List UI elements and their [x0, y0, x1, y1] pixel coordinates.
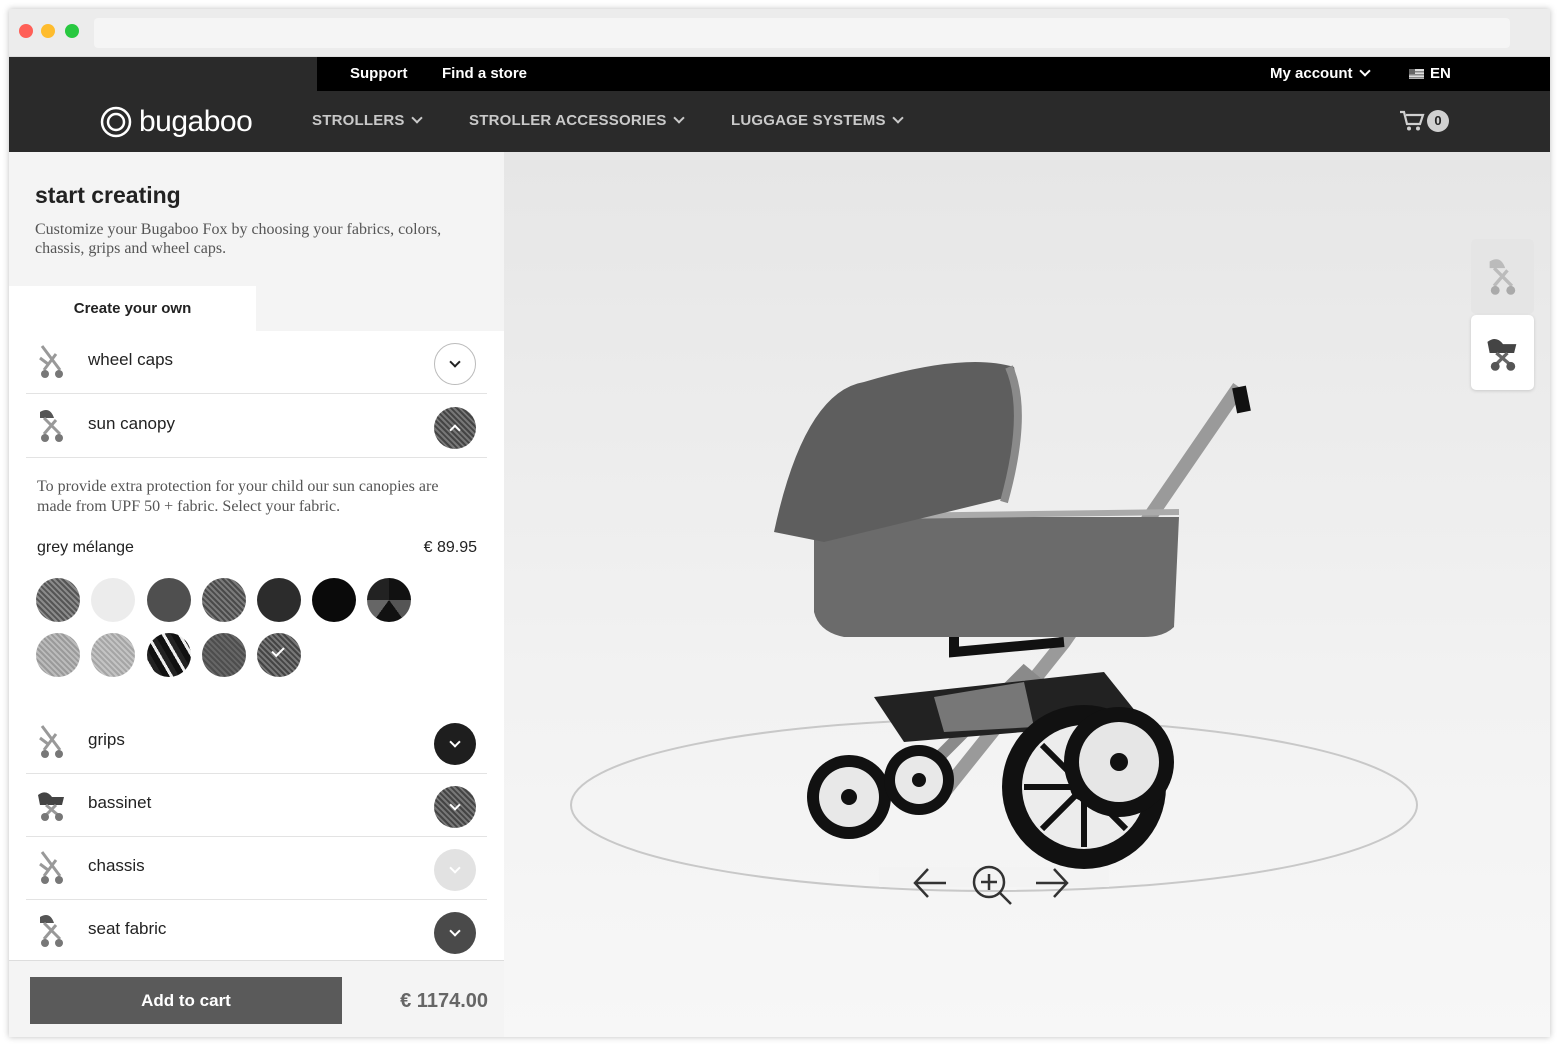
fabric-swatch[interactable]	[202, 633, 246, 677]
logo-mark-icon	[100, 106, 132, 138]
flag-icon	[1409, 68, 1424, 79]
configurator-panel: start creating Customize your Bugaboo Fo…	[9, 152, 504, 1037]
fabric-swatch[interactable]	[147, 578, 191, 622]
canopy-description: To provide extra protection for your chi…	[37, 478, 439, 515]
maximize-window-icon[interactable]	[65, 24, 79, 38]
stroller-canopy-icon	[40, 410, 63, 442]
main-navigation: bugaboo STROLLERS STROLLER ACCESSORIES L…	[9, 91, 1550, 152]
language-label: EN	[1430, 65, 1451, 82]
stroller-bassinet-icon	[38, 792, 64, 821]
fabric-swatch[interactable]	[36, 578, 80, 622]
collapse-button[interactable]	[434, 407, 476, 449]
checkmark-icon	[271, 643, 285, 658]
option-label: grips	[88, 730, 125, 749]
option-label: chassis	[88, 856, 145, 875]
support-link[interactable]: Support	[350, 65, 408, 82]
product-viewer[interactable]	[504, 152, 1550, 1037]
option-row-grips[interactable]: grips	[26, 711, 487, 774]
utility-bar: Support Find a store My account EN	[9, 57, 1550, 91]
option-row-wheel-caps[interactable]: wheel caps	[26, 331, 487, 394]
cart-count-badge: 0	[1427, 110, 1449, 132]
language-selector[interactable]: EN	[1409, 65, 1451, 82]
browser-window: Support Find a store My account EN bugab…	[9, 9, 1550, 1037]
nav-stroller-accessories[interactable]: STROLLER ACCESSORIES	[469, 112, 685, 129]
expand-button[interactable]	[434, 912, 476, 954]
chevron-down-icon	[1358, 65, 1371, 77]
option-row-bassinet[interactable]: bassinet	[26, 774, 487, 837]
rotate-right-arrow-icon[interactable]	[1033, 864, 1071, 902]
selected-fabric-name: grey mélange	[37, 539, 134, 556]
chevron-down-icon	[449, 736, 461, 748]
zoom-in-icon[interactable]	[971, 864, 1013, 906]
nav-strollers-label: STROLLERS	[312, 112, 405, 129]
page-subtitle: Customize your Bugaboo Fox by choosing y…	[35, 221, 442, 257]
stroller-icon	[39, 345, 63, 378]
cart-footer: Add to cart € 1174.00	[9, 960, 504, 1037]
expand-button[interactable]	[434, 849, 476, 891]
expand-button[interactable]	[434, 786, 476, 828]
option-row-chassis[interactable]: chassis	[26, 837, 487, 900]
fabric-swatch[interactable]	[91, 578, 135, 622]
tab-create-your-own[interactable]: Create your own	[9, 286, 256, 331]
logo-text: bugaboo	[139, 105, 253, 138]
fabric-swatch[interactable]	[36, 633, 80, 677]
expand-button[interactable]	[434, 723, 476, 765]
options-list: wheel caps sun canopy To provide extra p…	[9, 331, 504, 963]
expand-button[interactable]	[434, 343, 476, 385]
fabric-swatch[interactable]	[202, 578, 246, 622]
nav-accessories-label: STROLLER ACCESSORIES	[469, 112, 667, 129]
nav-strollers[interactable]: STROLLERS	[312, 112, 423, 129]
chevron-down-icon	[449, 925, 461, 937]
nav-luggage-systems[interactable]: LUGGAGE SYSTEMS	[731, 112, 904, 129]
view-stroller-seat[interactable]	[1471, 239, 1534, 314]
selected-fabric-price: € 89.95	[423, 539, 477, 556]
stroller-seat-icon	[1489, 258, 1515, 295]
fabric-swatch[interactable]	[147, 633, 191, 677]
fabric-swatch-selected[interactable]	[257, 633, 301, 677]
option-label: seat fabric	[88, 919, 167, 938]
chevron-up-icon	[449, 424, 461, 436]
cart-icon	[1400, 110, 1425, 131]
address-bar[interactable]	[94, 18, 1510, 48]
add-to-cart-button[interactable]: Add to cart	[30, 977, 342, 1024]
total-price: € 1174.00	[400, 990, 488, 1012]
close-window-icon[interactable]	[19, 24, 33, 38]
stroller-3d-view[interactable]	[504, 152, 1550, 1037]
chevron-down-icon	[449, 799, 461, 811]
fabric-swatch[interactable]	[257, 578, 301, 622]
cart-button[interactable]: 0	[1399, 110, 1449, 132]
option-label: bassinet	[88, 793, 152, 812]
bugaboo-logo[interactable]: bugaboo	[99, 105, 253, 139]
stroller-seat-icon	[40, 915, 63, 947]
stroller-icon	[39, 851, 63, 884]
option-row-sun-canopy[interactable]: sun canopy	[26, 395, 487, 458]
fabric-swatch[interactable]	[91, 633, 135, 677]
fabric-swatch[interactable]	[367, 578, 411, 622]
chevron-down-icon	[672, 112, 685, 124]
stroller-bassinet-icon	[1486, 338, 1516, 371]
chevron-down-icon	[892, 112, 904, 124]
chevron-down-icon	[410, 112, 423, 124]
rotate-left-arrow-icon[interactable]	[911, 864, 949, 902]
option-label: sun canopy	[88, 414, 175, 433]
find-store-link[interactable]: Find a store	[442, 65, 527, 82]
option-label: wheel caps	[88, 350, 174, 369]
minimize-window-icon[interactable]	[41, 24, 55, 38]
fabric-swatch[interactable]	[312, 578, 356, 622]
stroller-icon	[39, 725, 63, 758]
browser-chrome	[9, 9, 1550, 57]
my-account-menu[interactable]: My account	[1270, 65, 1371, 82]
option-row-seat-fabric[interactable]: seat fabric	[26, 900, 487, 963]
nav-luggage-label: LUGGAGE SYSTEMS	[731, 112, 886, 129]
chevron-down-icon	[449, 356, 461, 368]
page-title: start creating	[35, 182, 181, 208]
chevron-down-icon	[449, 862, 461, 874]
view-stroller-bassinet[interactable]	[1471, 315, 1534, 390]
my-account-label: My account	[1270, 65, 1353, 82]
